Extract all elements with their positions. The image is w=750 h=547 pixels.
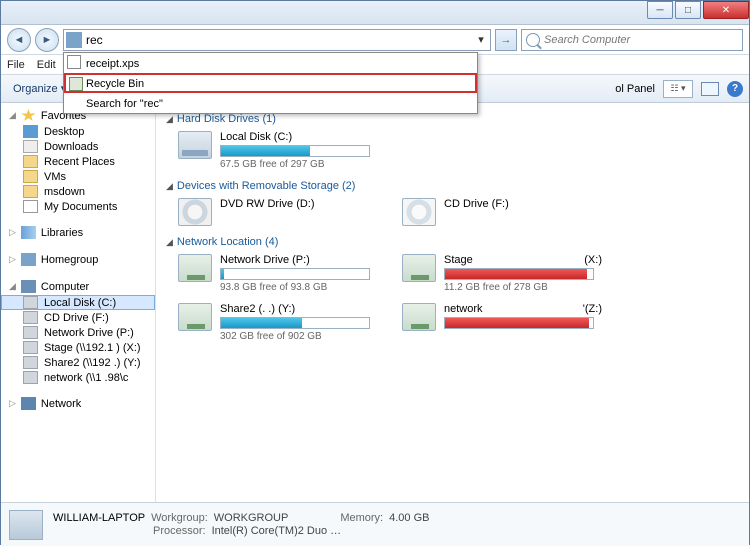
homegroup-icon	[21, 253, 36, 266]
network-icon	[21, 397, 36, 410]
drive-local-c[interactable]: Local Disk (C:) 67.5 GB free of 297 GB	[178, 131, 378, 170]
homegroup-group[interactable]: ▷Homegroup	[1, 251, 155, 268]
netdrive-icon	[23, 371, 38, 384]
suggestion-item-search[interactable]: Search for "rec"	[64, 93, 477, 113]
document-icon	[67, 55, 81, 69]
documents-icon	[23, 200, 38, 213]
drive-net-p[interactable]: Network Drive (P:) 93.8 GB free of 93.8 …	[178, 254, 378, 293]
menu-file[interactable]: File	[7, 59, 25, 71]
address-dropdown-button[interactable]: ▾	[474, 33, 488, 46]
content-pane: ◢Hard Disk Drives (1) Local Disk (C:) 67…	[156, 103, 749, 502]
navigation-pane: ◢Favorites Desktop Downloads Recent Plac…	[1, 103, 156, 502]
folder-icon	[23, 155, 38, 168]
netdrive-icon	[402, 254, 436, 282]
nav-row: ◄ ► ▾ receipt.xps Recycle Bin Search for…	[1, 25, 749, 55]
netdrive-icon	[402, 303, 436, 331]
libraries-group[interactable]: ▷Libraries	[1, 224, 155, 241]
hdd-icon	[178, 131, 212, 159]
suggestion-item-recycle-bin[interactable]: Recycle Bin	[64, 73, 477, 93]
computer-icon	[21, 280, 36, 293]
menu-edit[interactable]: Edit	[37, 59, 56, 71]
section-network-location[interactable]: ◢Network Location (4)	[166, 236, 739, 248]
maximize-button[interactable]: □	[675, 1, 701, 19]
sidebar-item-stage[interactable]: Stage (\\192.1 ) (X:)	[1, 340, 155, 355]
minimize-button[interactable]: ─	[647, 1, 673, 19]
computer-icon-large	[9, 510, 43, 540]
drive-network-z[interactable]: network'(Z:)	[402, 303, 602, 342]
sidebar-item-share2[interactable]: Share2 (\\192 .) (Y:)	[1, 355, 155, 370]
capacity-bar	[220, 145, 370, 157]
section-hard-disk[interactable]: ◢Hard Disk Drives (1)	[166, 113, 739, 125]
machine-name: WILLIAM-LAPTOP	[53, 512, 145, 524]
location-icon	[66, 32, 82, 48]
libraries-icon	[21, 226, 36, 239]
sidebar-item-netdrive-p[interactable]: Network Drive (P:)	[1, 325, 155, 340]
netdrive-icon	[23, 326, 38, 339]
sidebar-item-desktop[interactable]: Desktop	[1, 124, 155, 139]
back-button[interactable]: ◄	[7, 28, 31, 52]
sidebar-item-network-drive[interactable]: network (\\1 .98\c	[1, 370, 155, 385]
sidebar-item-downloads[interactable]: Downloads	[1, 139, 155, 154]
capacity-bar	[220, 317, 370, 329]
suggestion-item[interactable]: receipt.xps	[64, 53, 477, 73]
star-icon	[21, 109, 36, 122]
close-button[interactable]: ✕	[703, 1, 749, 19]
network-group[interactable]: ▷Network	[1, 395, 155, 412]
netdrive-icon	[178, 303, 212, 331]
capacity-bar	[444, 317, 594, 329]
go-button[interactable]: →	[495, 29, 517, 51]
help-button[interactable]: ?	[727, 81, 743, 97]
search-icon	[526, 33, 540, 47]
netdrive-icon	[178, 254, 212, 282]
desktop-icon	[23, 125, 38, 138]
drive-cd[interactable]: CD Drive (F:)	[402, 198, 602, 226]
drive-dvd[interactable]: DVD RW Drive (D:)	[178, 198, 378, 226]
search-box[interactable]: Search Computer	[521, 29, 743, 51]
sidebar-item-local-disk[interactable]: Local Disk (C:)	[1, 295, 155, 310]
cd-icon	[23, 311, 38, 324]
search-placeholder: Search Computer	[544, 34, 630, 46]
forward-button[interactable]: ►	[35, 28, 59, 52]
netdrive-icon	[23, 341, 38, 354]
sidebar-item-vms[interactable]: VMs	[1, 169, 155, 184]
capacity-bar	[444, 268, 594, 280]
downloads-icon	[23, 140, 38, 153]
recycle-bin-icon	[69, 77, 83, 91]
address-suggestions: receipt.xps Recycle Bin Search for "rec"	[63, 52, 478, 114]
view-options-button[interactable]: ☷ ▾	[663, 80, 693, 98]
sidebar-item-cd-drive[interactable]: CD Drive (F:)	[1, 310, 155, 325]
toolbar-text-partial: ol Panel	[615, 83, 655, 95]
section-removable[interactable]: ◢Devices with Removable Storage (2)	[166, 180, 739, 192]
drive-share2[interactable]: Share2 (. .) (Y:) 302 GB free of 902 GB	[178, 303, 378, 342]
dvd-icon	[178, 198, 212, 226]
sidebar-item-mydocs[interactable]: My Documents	[1, 199, 155, 214]
preview-pane-button[interactable]	[701, 82, 719, 96]
cd-icon	[402, 198, 436, 226]
computer-group[interactable]: ◢Computer	[1, 278, 155, 295]
folder-icon	[23, 170, 38, 183]
folder-icon	[23, 185, 38, 198]
address-bar[interactable]: ▾ receipt.xps Recycle Bin Search for "re…	[63, 29, 491, 51]
sidebar-item-msdown[interactable]: msdown	[1, 184, 155, 199]
disk-icon	[23, 296, 38, 309]
drive-stage[interactable]: Stage(X:) 11.2 GB free of 278 GB	[402, 254, 602, 293]
address-input[interactable]	[86, 31, 474, 49]
details-pane: WILLIAM-LAPTOP Workgroup: WORKGROUP Memo…	[1, 502, 749, 546]
netdrive-icon	[23, 356, 38, 369]
sidebar-item-recent[interactable]: Recent Places	[1, 154, 155, 169]
title-bar: ─ □ ✕	[1, 1, 749, 25]
capacity-bar	[220, 268, 370, 280]
